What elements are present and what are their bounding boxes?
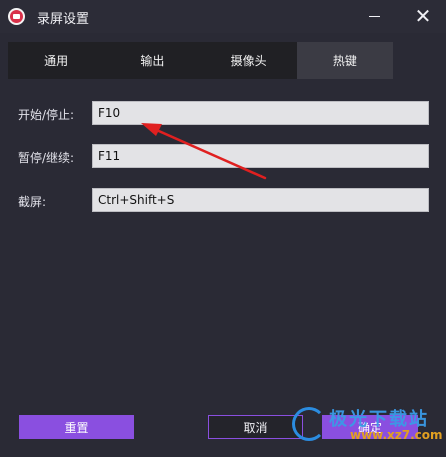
- settings-tabs: 通用 输出 摄像头 热键: [8, 42, 393, 79]
- close-button[interactable]: ✕: [408, 2, 438, 30]
- screenshot-label: 截屏:: [18, 195, 47, 209]
- tab-output[interactable]: 输出: [104, 42, 200, 79]
- tab-camera[interactable]: 摄像头: [201, 42, 297, 79]
- tab-general[interactable]: 通用: [8, 42, 104, 79]
- start-stop-label: 开始/停止:: [18, 108, 75, 122]
- app-logo-icon: [8, 8, 25, 25]
- pause-resume-label: 暂停/继续:: [18, 151, 75, 165]
- minimize-icon: [368, 15, 380, 17]
- title-bar: 录屏设置 ✕: [0, 0, 446, 33]
- pause-resume-hotkey-field[interactable]: F11: [92, 144, 429, 168]
- tab-hotkeys[interactable]: 热键: [296, 42, 393, 79]
- cancel-button[interactable]: 取消: [208, 415, 303, 439]
- ok-button[interactable]: 确定: [322, 415, 418, 439]
- screenshot-hotkey-field[interactable]: Ctrl+Shift+S: [92, 188, 429, 212]
- close-icon: ✕: [414, 4, 432, 28]
- minimize-button[interactable]: [359, 2, 389, 30]
- reset-button[interactable]: 重置: [19, 415, 134, 439]
- start-stop-hotkey-field[interactable]: F10: [92, 101, 429, 125]
- window-title: 录屏设置: [37, 12, 90, 27]
